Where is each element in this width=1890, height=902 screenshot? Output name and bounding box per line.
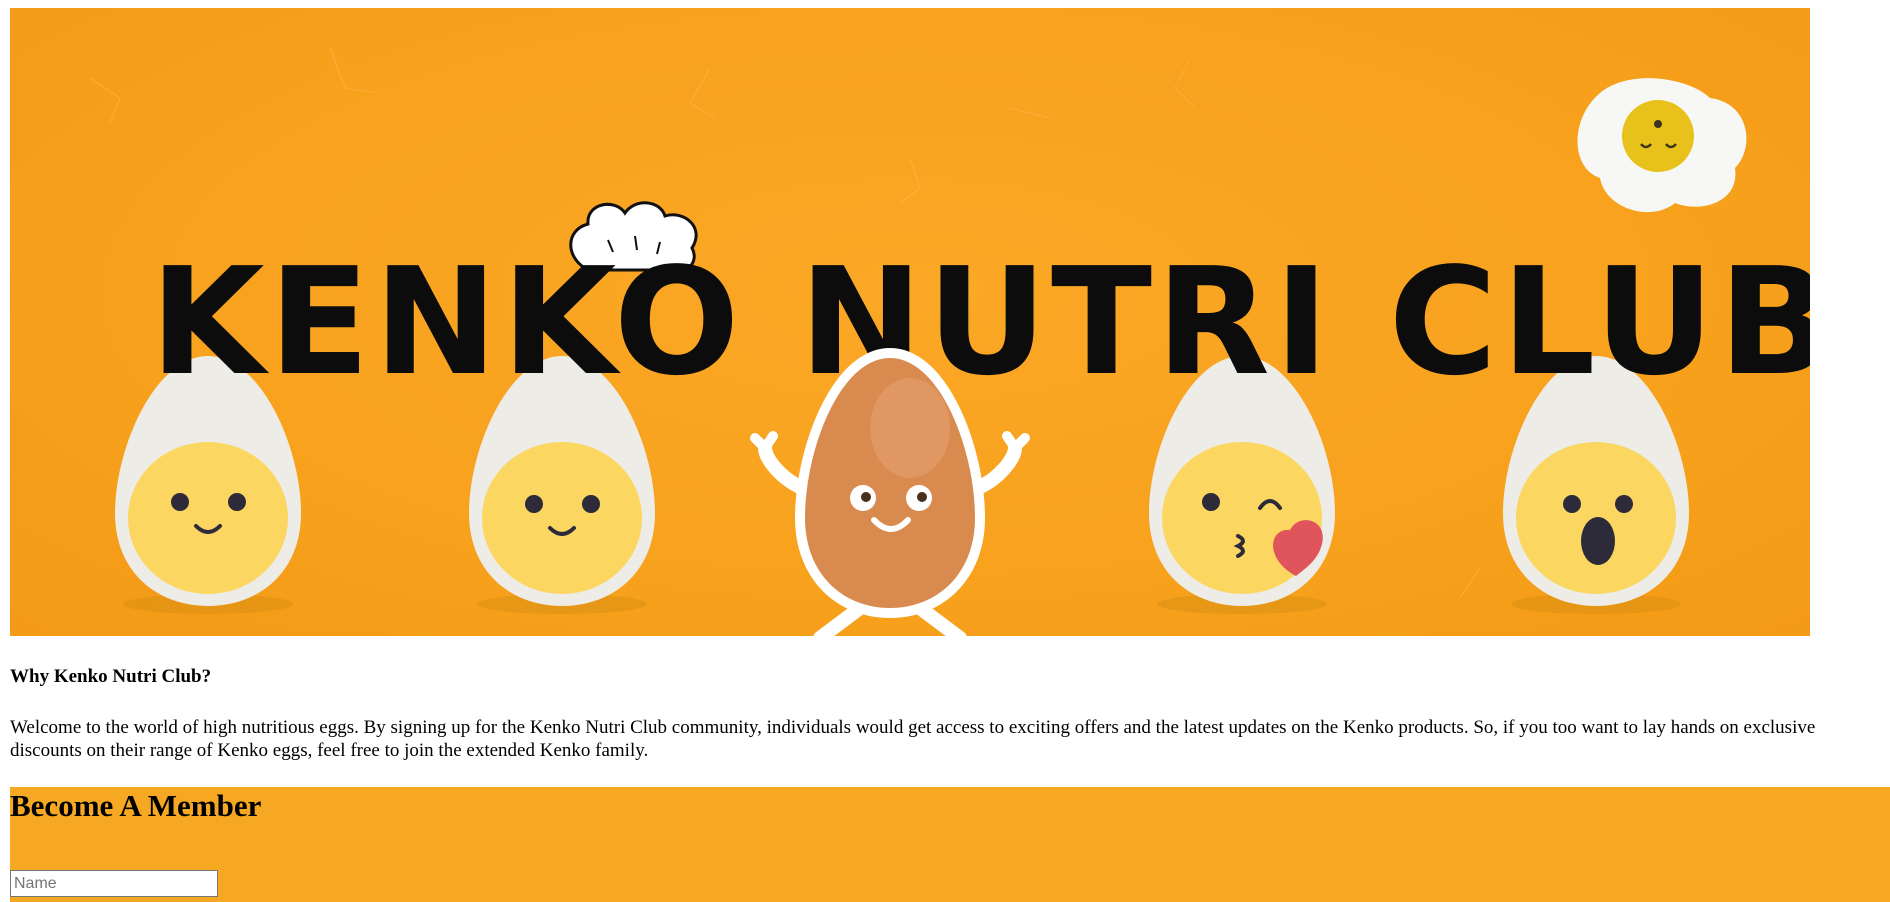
kenko-nutri-club-banner: KENKO NUTRI CLUB xyxy=(10,8,1810,636)
center-egg-character xyxy=(750,348,1030,636)
member-heading: Become A Member xyxy=(10,788,262,823)
intro-paragraph: Welcome to the world of high nutritious … xyxy=(10,717,1816,761)
why-heading: Why Kenko Nutri Club? xyxy=(10,666,212,687)
brown-egg-character-icon xyxy=(750,348,1030,636)
page: KENKO NUTRI CLUB Why Kenko Nutri Club? W… xyxy=(0,0,1890,902)
name-input[interactable] xyxy=(10,870,218,897)
member-section: Become A Member xyxy=(10,787,1890,902)
